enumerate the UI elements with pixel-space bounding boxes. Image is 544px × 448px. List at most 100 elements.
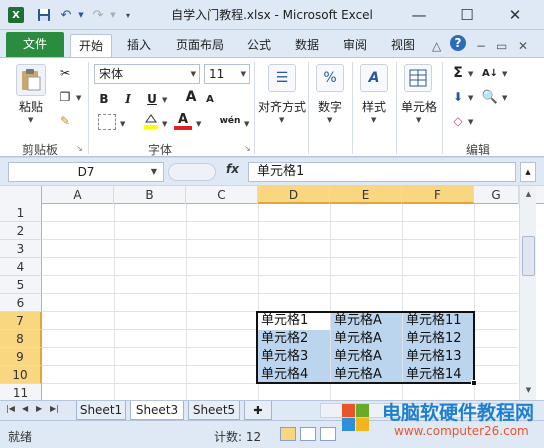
grow-font-button[interactable]: A — [184, 88, 198, 106]
alignment-dropdown-icon[interactable]: ▼ — [279, 116, 284, 124]
styles-button[interactable]: 样式 — [354, 98, 394, 115]
phonetic-icon[interactable]: wén — [216, 112, 244, 130]
tab-formulas[interactable]: 公式 — [240, 34, 278, 58]
styles-icon[interactable]: A — [360, 64, 388, 92]
phonetic-dropdown-icon[interactable]: ▼ — [244, 120, 249, 128]
doc-close-icon[interactable]: ✕ — [518, 39, 528, 53]
sheet-tab-sheet3[interactable]: Sheet3 — [130, 401, 184, 420]
find-select-icon[interactable]: 🔍 — [480, 88, 500, 106]
row-header-7[interactable]: 7 — [0, 312, 42, 330]
cell-d9[interactable]: 单元格3 — [258, 348, 330, 366]
prev-sheet-icon[interactable]: ◀ — [22, 404, 28, 413]
tab-page-layout[interactable]: 页面布局 — [168, 34, 232, 58]
vertical-scroll-thumb[interactable] — [522, 236, 535, 276]
page-layout-view-icon[interactable] — [300, 427, 316, 441]
first-sheet-icon[interactable]: |◀ — [6, 404, 15, 413]
column-header-b[interactable]: B — [114, 186, 186, 204]
number-button[interactable]: 数字 — [310, 98, 350, 115]
column-header-a[interactable]: A — [42, 186, 114, 204]
sheet-tab-sheet5[interactable]: Sheet5 — [188, 401, 240, 420]
sheet-tab-sheet1[interactable]: Sheet1 — [76, 401, 126, 420]
column-header-f[interactable]: F — [402, 186, 474, 204]
scroll-up-icon[interactable]: ▲ — [520, 186, 537, 202]
clipboard-launcher-icon[interactable]: ↘ — [76, 144, 83, 153]
font-launcher-icon[interactable]: ↘ — [244, 144, 251, 153]
number-dropdown-icon[interactable]: ▼ — [327, 116, 332, 124]
row-header-4[interactable]: 4 — [0, 258, 42, 276]
tab-review[interactable]: 审阅 — [336, 34, 374, 58]
minimize-button[interactable]: — — [404, 0, 434, 30]
copy-icon[interactable]: ❐ — [56, 88, 74, 106]
clear-dropdown-icon[interactable]: ▼ — [468, 118, 473, 126]
collapse-ribbon-icon[interactable]: △ — [432, 39, 441, 53]
fill-color-dropdown-icon[interactable]: ▼ — [162, 120, 167, 128]
cell-e7[interactable]: 单元格A — [331, 312, 402, 330]
shrink-font-button[interactable]: A — [204, 91, 216, 107]
sort-filter-dropdown-icon[interactable]: ▼ — [502, 70, 507, 78]
font-name-select[interactable]: 宋体 ▼ — [94, 64, 200, 84]
border-dropdown-icon[interactable]: ▼ — [120, 120, 125, 128]
paste-dropdown-icon[interactable]: ▼ — [28, 116, 33, 124]
row-header-10[interactable]: 10 — [0, 366, 42, 384]
border-icon[interactable] — [98, 114, 116, 130]
alignment-button[interactable]: 对齐方式 — [256, 98, 308, 115]
row-header-2[interactable]: 2 — [0, 222, 42, 240]
font-size-select[interactable]: 11 ▼ — [204, 64, 250, 84]
cell-d7[interactable]: 单元格1 — [258, 312, 330, 330]
sort-filter-icon[interactable]: A↓ — [480, 64, 500, 82]
number-format-icon[interactable]: % — [316, 64, 344, 92]
doc-restore-icon[interactable]: ▭ — [496, 39, 507, 53]
cell-d10[interactable]: 单元格4 — [258, 366, 330, 384]
cell-f9[interactable]: 单元格13 — [403, 348, 473, 366]
fill-color-icon[interactable] — [142, 112, 160, 130]
cell-e10[interactable]: 单元格A — [331, 366, 402, 384]
row-header-8[interactable]: 8 — [0, 330, 42, 348]
font-color-icon[interactable]: A — [174, 112, 192, 130]
worksheet-grid[interactable]: A B C D E F G 1 2 3 4 5 6 7 8 9 10 11 单元… — [0, 186, 544, 416]
help-icon[interactable]: ? — [450, 35, 466, 51]
underline-button[interactable]: U — [144, 90, 160, 108]
find-select-dropdown-icon[interactable]: ▼ — [502, 94, 507, 102]
column-header-e[interactable]: E — [330, 186, 402, 204]
clear-icon[interactable]: ◇ — [450, 112, 466, 130]
maximize-button[interactable]: ☐ — [452, 0, 482, 30]
autosum-dropdown-icon[interactable]: ▼ — [468, 70, 473, 78]
formula-input[interactable]: 单元格1 — [248, 162, 516, 182]
select-all-corner[interactable] — [0, 186, 42, 204]
new-sheet-icon[interactable]: ✚ — [244, 401, 272, 420]
underline-dropdown-icon[interactable]: ▼ — [162, 96, 167, 104]
formula-bar-handle[interactable] — [168, 163, 216, 181]
row-header-1[interactable]: 1 — [0, 204, 42, 222]
italic-button[interactable]: I — [120, 90, 136, 108]
tab-data[interactable]: 数据 — [288, 34, 326, 58]
row-header-3[interactable]: 3 — [0, 240, 42, 258]
file-tab[interactable]: 文件 — [6, 32, 64, 57]
doc-minimize-icon[interactable]: − — [476, 39, 486, 53]
vertical-scrollbar[interactable]: ▲ ▼ — [519, 186, 536, 416]
normal-view-icon[interactable] — [280, 427, 296, 441]
next-sheet-icon[interactable]: ▶ — [36, 404, 42, 413]
tab-insert[interactable]: 插入 — [120, 34, 158, 58]
row-header-6[interactable]: 6 — [0, 294, 42, 312]
cells-icon[interactable] — [404, 64, 432, 92]
fill-icon[interactable]: ⬇ — [450, 88, 466, 106]
cells-button[interactable]: 单元格 — [398, 98, 440, 115]
bold-button[interactable]: B — [96, 90, 112, 108]
alignment-icon[interactable]: ☰ — [268, 64, 296, 92]
cut-icon[interactable]: ✂ — [56, 64, 74, 82]
close-button[interactable]: ✕ — [500, 0, 530, 30]
cell-e9[interactable]: 单元格A — [331, 348, 402, 366]
fill-handle[interactable] — [471, 380, 477, 386]
last-sheet-icon[interactable]: ▶| — [50, 404, 59, 413]
copy-dropdown-icon[interactable]: ▼ — [76, 94, 81, 102]
styles-dropdown-icon[interactable]: ▼ — [371, 116, 376, 124]
column-header-g[interactable]: G — [474, 186, 519, 204]
cell-f8[interactable]: 单元格12 — [403, 330, 473, 348]
fill-dropdown-icon[interactable]: ▼ — [468, 94, 473, 102]
cells-dropdown-icon[interactable]: ▼ — [416, 116, 421, 124]
row-header-9[interactable]: 9 — [0, 348, 42, 366]
cell-e8[interactable]: 单元格A — [331, 330, 402, 348]
cell-f7[interactable]: 单元格11 — [403, 312, 473, 330]
tab-view[interactable]: 视图 — [384, 34, 422, 58]
insert-function-icon[interactable]: fx — [226, 162, 239, 176]
